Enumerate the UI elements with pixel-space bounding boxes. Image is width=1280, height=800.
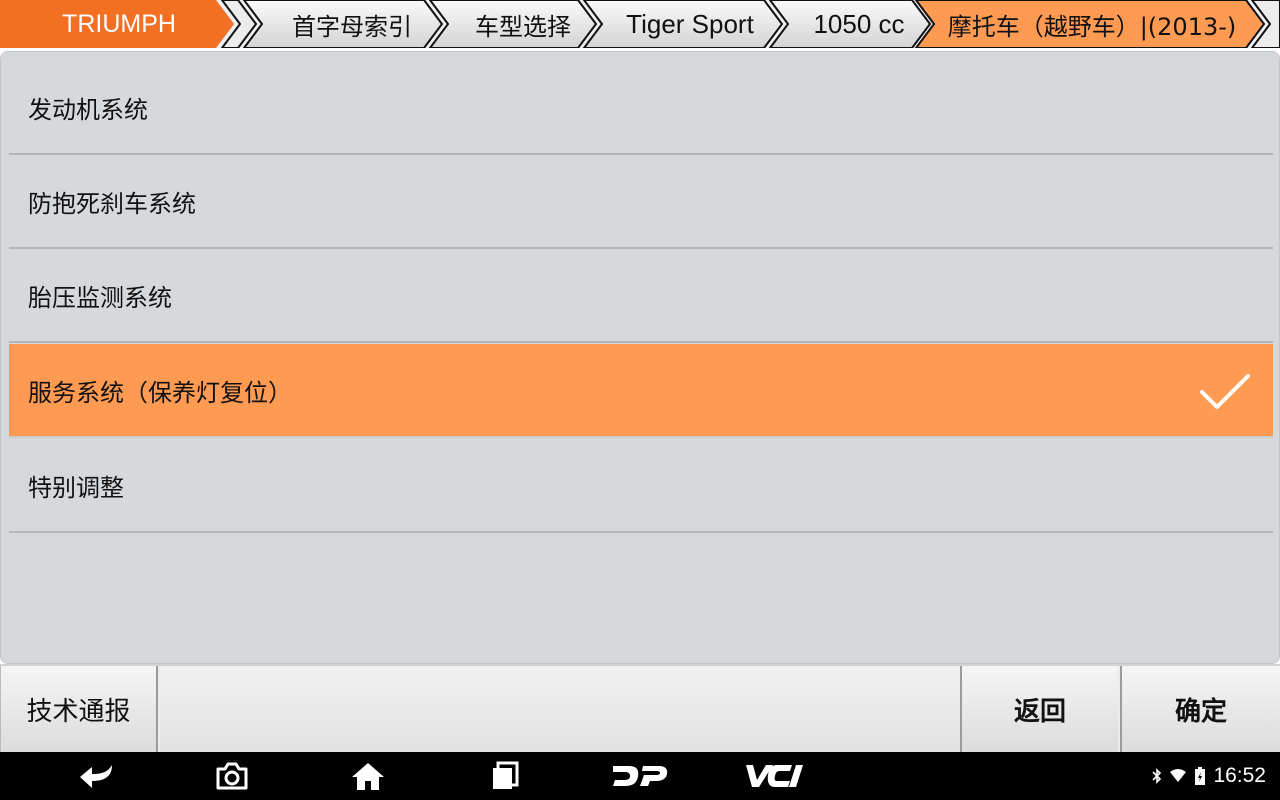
vci-logo-icon[interactable] [740,752,812,800]
status-clock: 16:52 [1213,764,1266,787]
breadcrumb: TRIUMPH 首字母索引 车型选择 Tiger Sport 1050 cc 摩… [0,0,1280,48]
home-icon[interactable] [344,752,392,800]
breadcrumb-item-vehicle-type[interactable]: 摩托车（越野车）|(2013-) [934,0,1250,48]
back-button[interactable]: 返回 [960,666,1118,752]
checkmark-icon [1200,374,1250,409]
battery-icon [1195,767,1206,785]
list-item-label: 特别调整 [28,473,124,502]
breadcrumb-item-brand[interactable]: TRIUMPH [0,0,238,48]
list-item-label: 胎压监测系统 [28,283,172,312]
list-item-service-system[interactable]: 服务系统（保养灯复位） [9,344,1273,438]
camera-icon[interactable] [208,752,256,800]
confirm-button[interactable]: 确定 [1120,666,1280,752]
list-item-abs-system[interactable]: 防抱死刹车系统 [9,155,1273,249]
wifi-icon [1170,769,1187,782]
status-area: 16:52 [1152,752,1266,800]
list-item-label: 防抱死刹车系统 [28,189,196,218]
toolbar-spacer [160,666,960,752]
dp-logo-icon[interactable] [604,752,676,800]
bottom-toolbar: 技术通报 返回 确定 [0,664,1280,752]
breadcrumb-item-model-select[interactable]: 车型选择 [448,0,598,48]
system-navbar: 16:52 [0,752,1280,800]
bluetooth-icon [1152,768,1162,784]
list-item-tpms-system[interactable]: 胎压监测系统 [9,249,1273,343]
list-item-label: 发动机系统 [28,95,148,124]
tech-bulletin-button[interactable]: 技术通报 [0,666,158,752]
recent-apps-icon[interactable] [482,752,528,800]
list-item-label: 服务系统（保养灯复位） [28,378,292,407]
back-arrow-icon[interactable] [70,752,126,800]
breadcrumb-item-engine[interactable]: 1050 cc [786,0,932,48]
breadcrumb-item-model[interactable]: Tiger Sport [600,0,780,48]
list-item-engine-system[interactable]: 发动机系统 [9,61,1273,155]
breadcrumb-item-initial-index[interactable]: 首字母索引 [262,0,442,48]
list-item-special-adjust[interactable]: 特别调整 [9,439,1273,533]
system-list: 发动机系统 防抱死刹车系统 胎压监测系统 服务系统（保养灯复位） 特别调整 [0,51,1280,664]
